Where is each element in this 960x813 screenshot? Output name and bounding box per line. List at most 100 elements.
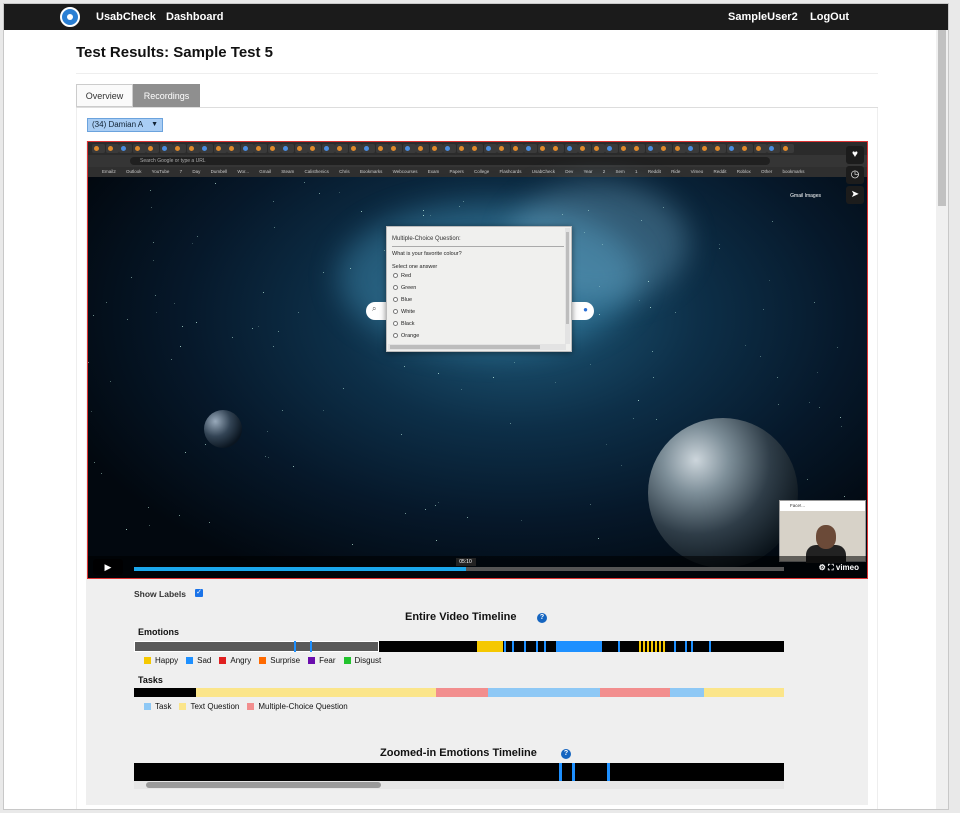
tab-favicon-icon bbox=[283, 146, 288, 151]
show-labels-checkbox[interactable]: ✓ bbox=[195, 589, 203, 597]
star bbox=[817, 372, 819, 374]
emotion-sad-segment bbox=[618, 641, 620, 652]
recorded-tab bbox=[605, 144, 618, 153]
page-scrollbar[interactable] bbox=[936, 30, 948, 809]
video-player[interactable]: Search Google or type a URL Email2 Outlo… bbox=[87, 141, 868, 579]
recorded-tab bbox=[537, 144, 551, 153]
recorded-tab bbox=[321, 144, 335, 153]
emotion-sad-segment bbox=[544, 641, 546, 652]
recorded-tab bbox=[173, 144, 186, 153]
star bbox=[459, 205, 461, 207]
emotions-timeline-bar[interactable] bbox=[134, 641, 784, 652]
help-icon[interactable]: ? bbox=[537, 613, 547, 623]
recorded-tab bbox=[416, 144, 429, 153]
star bbox=[437, 373, 439, 375]
zoomed-emotions-timeline-bar[interactable] bbox=[134, 763, 784, 781]
legend-label: Surprise bbox=[270, 656, 301, 665]
recorded-address-bar: Search Google or type a URL bbox=[88, 155, 867, 167]
mcq-option: Orange bbox=[393, 333, 419, 339]
recorded-tab bbox=[767, 144, 780, 153]
star bbox=[351, 543, 353, 545]
tab-favicon-icon bbox=[107, 146, 113, 151]
star bbox=[403, 366, 405, 368]
recorded-tab bbox=[726, 144, 740, 153]
clock-icon[interactable]: ◷ bbox=[846, 166, 864, 184]
star bbox=[521, 520, 523, 522]
radio-icon bbox=[393, 297, 398, 303]
tab-favicon-icon bbox=[620, 146, 626, 151]
brand-link[interactable]: UsabCheck bbox=[96, 11, 156, 23]
recorded-tab bbox=[524, 144, 537, 153]
page-title: Test Results: Sample Test 5 bbox=[76, 44, 274, 61]
recorded-tab bbox=[429, 144, 443, 153]
heart-icon[interactable]: ♥ bbox=[846, 146, 864, 164]
send-icon[interactable]: ➤ bbox=[846, 186, 864, 204]
legend-swatch bbox=[343, 657, 351, 664]
star bbox=[763, 309, 765, 311]
tab-favicon-icon bbox=[229, 146, 234, 151]
scrollbar-thumb[interactable] bbox=[938, 30, 946, 206]
search-icon: ⌕ bbox=[372, 304, 377, 313]
tab-overview[interactable]: Overview bbox=[76, 84, 133, 107]
participant-select[interactable]: (34) Damian A ▼ bbox=[87, 118, 163, 132]
recorded-gmail-links: Gmail Images bbox=[790, 193, 821, 199]
task-mcq-segment bbox=[436, 688, 488, 697]
star bbox=[554, 381, 556, 383]
star bbox=[319, 192, 321, 194]
star bbox=[606, 443, 607, 445]
play-button[interactable]: ▶ bbox=[93, 559, 123, 575]
vimeo-logo[interactable]: vimeo bbox=[836, 563, 859, 572]
tab-favicon-icon bbox=[634, 146, 639, 151]
recorded-tab bbox=[227, 144, 240, 153]
star bbox=[205, 443, 207, 445]
star bbox=[401, 433, 403, 435]
legend-swatch bbox=[308, 657, 316, 664]
usabcheck-logo-icon[interactable] bbox=[60, 7, 80, 27]
title-divider bbox=[76, 73, 878, 74]
star bbox=[173, 303, 175, 305]
emotions-label: Emotions bbox=[138, 627, 180, 637]
legend-item: Disgust bbox=[343, 656, 381, 665]
task-text-question-segment bbox=[196, 688, 436, 697]
star bbox=[152, 242, 154, 244]
star bbox=[209, 522, 211, 524]
dashboard-link[interactable]: Dashboard bbox=[166, 11, 223, 23]
star bbox=[293, 465, 295, 467]
legend-swatch bbox=[144, 657, 151, 664]
tasks-label: Tasks bbox=[138, 675, 163, 685]
legend-label: Angry bbox=[230, 656, 252, 665]
star bbox=[718, 248, 720, 249]
legend-swatch bbox=[219, 657, 227, 664]
star bbox=[197, 236, 199, 238]
star bbox=[492, 377, 494, 379]
tab-favicon-icon bbox=[647, 146, 653, 151]
radio-icon bbox=[393, 321, 398, 327]
tab-favicon-icon bbox=[175, 146, 180, 151]
star bbox=[509, 423, 511, 425]
star bbox=[361, 210, 363, 212]
star bbox=[813, 302, 815, 304]
zoom-scrollbar[interactable] bbox=[134, 781, 784, 789]
mcq-option: Blue bbox=[393, 297, 412, 303]
tasks-timeline-bar[interactable] bbox=[134, 688, 784, 697]
recorded-tab bbox=[672, 144, 686, 153]
help-icon[interactable]: ? bbox=[561, 749, 571, 759]
emotion-happy-segment bbox=[659, 641, 661, 652]
fullscreen-icon[interactable]: ⛶ bbox=[828, 563, 834, 572]
tab-favicon-icon bbox=[310, 146, 315, 151]
star bbox=[278, 330, 280, 332]
radio-icon bbox=[393, 333, 398, 339]
star bbox=[126, 529, 128, 531]
legend-label: Text Question bbox=[190, 702, 240, 711]
logout-link[interactable]: LogOut bbox=[810, 11, 849, 23]
tab-recordings[interactable]: Recordings bbox=[133, 84, 200, 107]
legend-swatch bbox=[259, 657, 267, 664]
emotion-sad-segment bbox=[536, 641, 538, 652]
recorded-tab bbox=[564, 144, 578, 153]
video-progress-bar[interactable] bbox=[134, 567, 784, 571]
zoom-scroll-thumb[interactable] bbox=[146, 782, 381, 788]
tab-favicon-icon bbox=[701, 146, 707, 151]
settings-icon[interactable]: ⚙ bbox=[819, 563, 826, 572]
star bbox=[297, 312, 299, 314]
user-link[interactable]: SampleUser2 bbox=[728, 11, 798, 23]
